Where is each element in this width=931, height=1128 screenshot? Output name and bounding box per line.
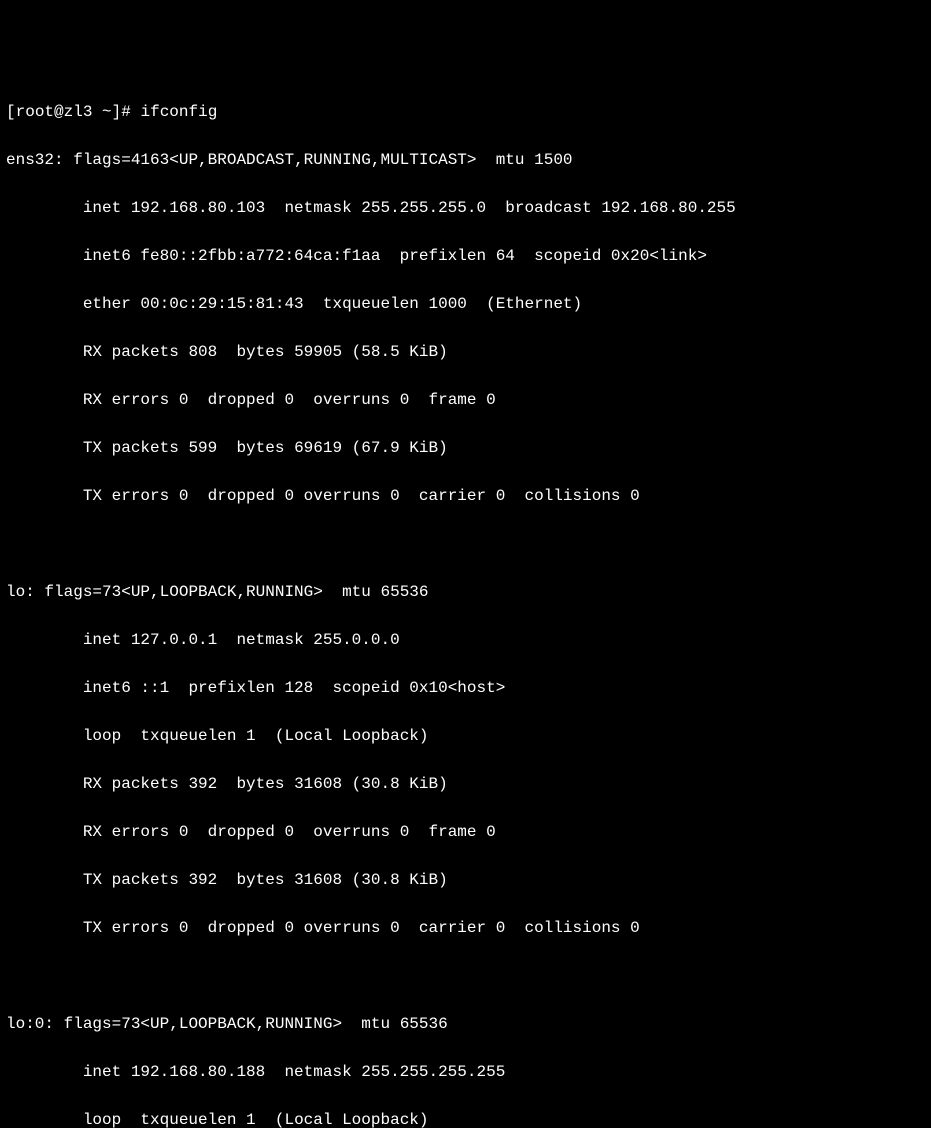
prompt-user: root (16, 103, 54, 121)
tx-dropped: 0 (284, 919, 294, 937)
tx-errors-line: TX errors 0 dropped 0 overruns 0 carrier… (6, 916, 925, 940)
rx-packets-line: RX packets 392 bytes 31608 (30.8 KiB) (6, 772, 925, 796)
inet-addr: 127.0.0.1 (131, 631, 217, 649)
rx-errors: 0 (179, 823, 189, 841)
flags-num: 4163 (131, 151, 169, 169)
flags-num: 73 (102, 583, 121, 601)
inet6-line: inet6 ::1 prefixlen 128 scopeid 0x10<hos… (6, 676, 925, 700)
prefixlen: 128 (284, 679, 313, 697)
txqueuelen: 1 (246, 727, 256, 745)
tx-errors-line: TX errors 0 dropped 0 overruns 0 carrier… (6, 484, 925, 508)
tx-packets-line: TX packets 392 bytes 31608 (30.8 KiB) (6, 868, 925, 892)
inet-addr: 192.168.80.103 (131, 199, 265, 217)
rx-frame: 0 (486, 823, 496, 841)
txqueuelen: 1 (246, 1111, 256, 1128)
rx-bytes: 31608 (294, 775, 342, 793)
inet-line: inet 192.168.80.103 netmask 255.255.255.… (6, 196, 925, 220)
mtu-value: 65536 (400, 1015, 448, 1033)
rx-overruns: 0 (400, 823, 410, 841)
tx-bytes: 69619 (294, 439, 342, 457)
blank-line (6, 532, 925, 556)
flags-list: UP,LOOPBACK,RUNNING (131, 583, 313, 601)
flags-list: UP,LOOPBACK,RUNNING (150, 1015, 332, 1033)
netmask: 255.255.255.0 (361, 199, 486, 217)
rx-packets: 808 (188, 343, 217, 361)
blank-line (6, 964, 925, 988)
tx-overruns: 0 (390, 487, 400, 505)
rx-errors: 0 (179, 391, 189, 409)
tx-collisions: 0 (630, 487, 640, 505)
scopeid: 0x10 (409, 679, 447, 697)
tx-errors: 0 (179, 487, 189, 505)
netmask: 255.255.255.255 (361, 1063, 505, 1081)
rx-dropped: 0 (284, 391, 294, 409)
mac-addr: 00:0c:29:15:81:43 (140, 295, 303, 313)
command-text: ifconfig (140, 103, 217, 121)
scopeid: 0x20 (611, 247, 649, 265)
tx-packets: 599 (188, 439, 217, 457)
iface-name: lo:0 (6, 1015, 44, 1033)
loop-line: loop txqueuelen 1 (Local Loopback) (6, 724, 925, 748)
rx-errors-line: RX errors 0 dropped 0 overruns 0 frame 0 (6, 388, 925, 412)
flags-num: 73 (121, 1015, 140, 1033)
prompt-symbol: # (121, 103, 131, 121)
inet6-addr: ::1 (140, 679, 169, 697)
rx-bytes-human: 30.8 KiB (361, 775, 438, 793)
rx-overruns: 0 (400, 391, 410, 409)
tx-overruns: 0 (390, 919, 400, 937)
rx-errors-line: RX errors 0 dropped 0 overruns 0 frame 0 (6, 820, 925, 844)
mtu-value: 1500 (534, 151, 572, 169)
tx-collisions: 0 (630, 919, 640, 937)
loop-line: loop txqueuelen 1 (Local Loopback) (6, 1108, 925, 1128)
shell-prompt-line[interactable]: [root@zl3 ~]# ifconfig (6, 100, 925, 124)
tx-bytes-human: 30.8 KiB (361, 871, 438, 889)
inet-line: inet 192.168.80.188 netmask 255.255.255.… (6, 1060, 925, 1084)
iface-header-lo0: lo:0: flags=73<UP,LOOPBACK,RUNNING> mtu … (6, 1012, 925, 1036)
tx-errors: 0 (179, 919, 189, 937)
rx-frame: 0 (486, 391, 496, 409)
tx-carrier: 0 (496, 487, 506, 505)
ether-line: ether 00:0c:29:15:81:43 txqueuelen 1000 … (6, 292, 925, 316)
iface-header-ens32: ens32: flags=4163<UP,BROADCAST,RUNNING,M… (6, 148, 925, 172)
rx-packets-line: RX packets 808 bytes 59905 (58.5 KiB) (6, 340, 925, 364)
tx-carrier: 0 (496, 919, 506, 937)
inet-addr: 192.168.80.188 (131, 1063, 265, 1081)
iface-header-lo: lo: flags=73<UP,LOOPBACK,RUNNING> mtu 65… (6, 580, 925, 604)
prompt-host: zl3 (64, 103, 93, 121)
netmask: 255.0.0.0 (313, 631, 399, 649)
txqueuelen: 1000 (428, 295, 466, 313)
tx-dropped: 0 (284, 487, 294, 505)
rx-packets: 392 (188, 775, 217, 793)
inet6-line: inet6 fe80::2fbb:a772:64ca:f1aa prefixle… (6, 244, 925, 268)
scope-label: host (457, 679, 495, 697)
tx-packets: 392 (188, 871, 217, 889)
tx-bytes: 31608 (294, 871, 342, 889)
mtu-value: 65536 (380, 583, 428, 601)
rx-bytes: 59905 (294, 343, 342, 361)
flags-list: UP,BROADCAST,RUNNING,MULTICAST (179, 151, 467, 169)
iface-name: lo (6, 583, 25, 601)
scope-label: link (659, 247, 697, 265)
rx-bytes-human: 58.5 KiB (361, 343, 438, 361)
prefixlen: 64 (496, 247, 515, 265)
rx-dropped: 0 (284, 823, 294, 841)
inet6-addr: fe80::2fbb:a772:64ca:f1aa (140, 247, 380, 265)
tx-packets-line: TX packets 599 bytes 69619 (67.9 KiB) (6, 436, 925, 460)
iface-name: ens32 (6, 151, 54, 169)
prompt-path: ~ (102, 103, 112, 121)
broadcast: 192.168.80.255 (601, 199, 735, 217)
hw-type: Local Loopback (284, 727, 418, 745)
inet-line: inet 127.0.0.1 netmask 255.0.0.0 (6, 628, 925, 652)
hw-type: Ethernet (496, 295, 573, 313)
hw-type: Local Loopback (284, 1111, 418, 1128)
tx-bytes-human: 67.9 KiB (361, 439, 438, 457)
